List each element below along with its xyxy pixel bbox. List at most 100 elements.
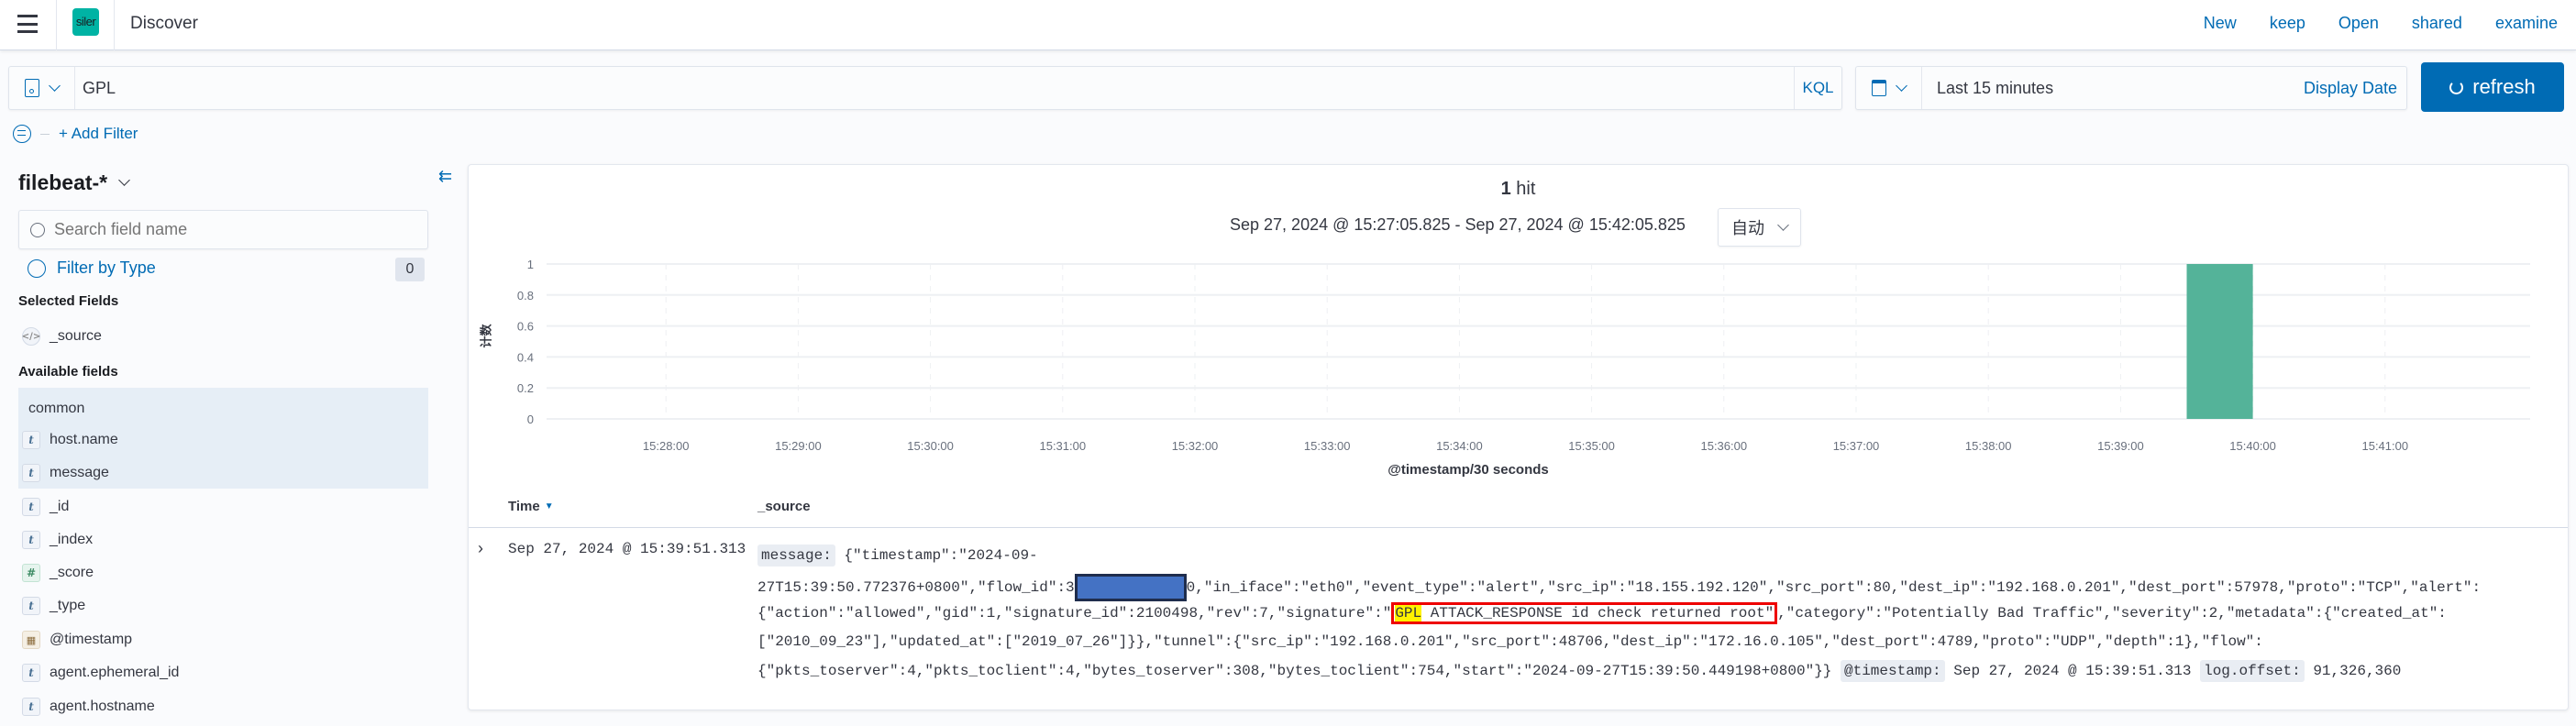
code-icon: </> (22, 327, 40, 346)
field-name: _score (50, 565, 94, 580)
x-tick-label: 15:38:00 (1965, 439, 2012, 453)
x-tick-label: 15:37:00 (1833, 439, 1880, 453)
field-label-log-offset: log.offset: (2200, 660, 2305, 682)
menu-shared[interactable]: shared (2412, 14, 2462, 33)
hits-count: 1 hit (469, 179, 2568, 200)
field-item-source[interactable]: </> _source (22, 325, 102, 347)
menu-new[interactable]: New (2204, 14, 2237, 33)
chevron-down-icon (1896, 80, 1907, 92)
field-name: _source (50, 328, 102, 344)
date-type-icon: ▦ (22, 631, 40, 649)
field-item[interactable]: t _id (22, 496, 69, 518)
field-name: _index (50, 532, 94, 547)
string-type-icon: t (22, 531, 40, 549)
menu-examine[interactable]: examine (2495, 14, 2558, 33)
x-tick-label: 15:28:00 (643, 439, 690, 453)
field-item[interactable]: t message (22, 462, 109, 484)
redacted-block (1074, 574, 1187, 601)
x-tick-label: 15:39:00 (2097, 439, 2144, 453)
query-input[interactable] (83, 72, 1752, 104)
field-search (18, 210, 428, 249)
chevron-down-icon (1777, 219, 1789, 231)
common-title: common (28, 401, 85, 416)
search-field-input[interactable] (54, 220, 421, 239)
top-menu: New keep Open shared examine (2204, 14, 2558, 33)
field-item[interactable]: ▦ @timestamp (22, 629, 132, 651)
display-date-button[interactable]: Display Date (2304, 79, 2397, 98)
filter-by-type-button[interactable]: Filter by Type (28, 258, 156, 278)
message-text: 0,"in_iface":"eth0","event_type":"alert"… (1186, 579, 2482, 597)
message-text: {"timestamp":"2024-09- (844, 547, 1038, 564)
y-tick-label: 0.4 (517, 350, 534, 364)
results-panel: 1 hit Sep 27, 2024 @ 15:27:05.825 - Sep … (468, 164, 2569, 710)
available-fields-title: Available fields (18, 364, 118, 380)
interval-select[interactable]: 自动 (1718, 208, 1801, 247)
x-axis-label: @timestamp/30 seconds (1388, 462, 1549, 478)
x-tick-label: 15:30:00 (907, 439, 954, 453)
calendar-icon (1872, 80, 1886, 96)
add-filter-button[interactable]: + Add Filter (59, 125, 138, 143)
search-match-highlight: GPL (1395, 605, 1422, 622)
number-type-icon: # (22, 564, 40, 582)
field-name: _id (50, 499, 70, 514)
quick-menu-button[interactable] (1856, 67, 1922, 109)
selected-fields-title: Selected Fields (18, 293, 119, 309)
menu-keep[interactable]: keep (2270, 14, 2305, 33)
string-type-icon: t (22, 498, 40, 516)
column-header-time[interactable]: Time ▼ (508, 499, 554, 514)
refresh-button[interactable]: refresh (2421, 62, 2564, 112)
field-item[interactable]: t host.name (22, 429, 118, 451)
saved-query-button[interactable] (9, 67, 75, 109)
save-icon (25, 79, 39, 97)
time-range-value[interactable]: Last 15 minutes (1937, 79, 2053, 98)
field-name: agent.ephemeral_id (50, 665, 180, 680)
filter-icon (28, 258, 46, 278)
x-tick-label: 15:36:00 (1700, 439, 1747, 453)
y-axis-label: 计数 (479, 324, 493, 348)
x-tick-label: 15:31:00 (1039, 439, 1086, 453)
filter-icon[interactable] (13, 125, 31, 143)
x-tick-label: 15:32:00 (1172, 439, 1219, 453)
top-nav-bar: siler Discover New keep Open shared exam… (0, 0, 2576, 50)
y-tick-label: 0.2 (517, 381, 534, 395)
message-text: {"pkts_toserver":4,"pkts_toclient":4,"by… (757, 663, 1832, 679)
page-title: Discover (130, 14, 198, 33)
y-tick-label: 1 (527, 258, 534, 271)
signature-text: ATTACK_RESPONSE id check returned root" (1421, 605, 1774, 622)
menu-open[interactable]: Open (2338, 14, 2379, 33)
filter-bar: + Add Filter (13, 125, 138, 143)
hamburger-menu-icon[interactable] (17, 15, 38, 33)
field-name: host.name (50, 432, 118, 447)
message-text: ,"category":"Potentially Bad Traffic","s… (1777, 605, 2447, 622)
field-name: agent.hostname (50, 698, 155, 714)
sort-down-icon[interactable]: ▼ (545, 501, 554, 512)
index-pattern-selector[interactable]: filebeat-* (18, 170, 131, 195)
message-text: {"action":"allowed","gid":1,"signature_i… (757, 605, 1392, 622)
field-item[interactable]: t _index (22, 529, 93, 551)
expand-row-icon[interactable]: › (478, 539, 483, 558)
query-bar: KQL (8, 66, 1842, 110)
x-tick-label: 15:29:00 (775, 439, 822, 453)
field-item[interactable]: t agent.hostname (22, 696, 155, 718)
column-label: Time (508, 499, 540, 514)
search-icon (30, 222, 45, 237)
refresh-label: refresh (2472, 75, 2536, 98)
string-type-icon: t (22, 664, 40, 682)
refresh-icon (2449, 80, 2464, 94)
string-type-icon: t (22, 698, 40, 716)
y-tick-label: 0.6 (517, 320, 534, 334)
filter-by-type-label: Filter by Type (57, 258, 156, 277)
x-tick-label: 15:41:00 (2361, 439, 2408, 453)
field-label-message: message: (757, 544, 835, 566)
field-item[interactable]: t _type (22, 595, 85, 617)
collapse-sidebar-icon[interactable]: ⇇ (438, 167, 452, 186)
kql-toggle[interactable]: KQL (1794, 67, 1841, 109)
field-item[interactable]: # _score (22, 562, 94, 584)
timestamp-value: Sep 27, 2024 @ 15:39:51.313 (1953, 663, 2192, 679)
field-item[interactable]: t agent.ephemeral_id (22, 662, 179, 684)
field-name: @timestamp (50, 632, 133, 647)
app-logo[interactable]: siler (72, 8, 99, 36)
histogram-chart: 0 0.2 0.4 0.6 0.8 1 15:28:00 15:29:00 15:30:00 15… (517, 258, 2530, 453)
x-tick-label: 15:34:00 (1436, 439, 1483, 453)
y-tick-label: 0.8 (517, 289, 534, 302)
